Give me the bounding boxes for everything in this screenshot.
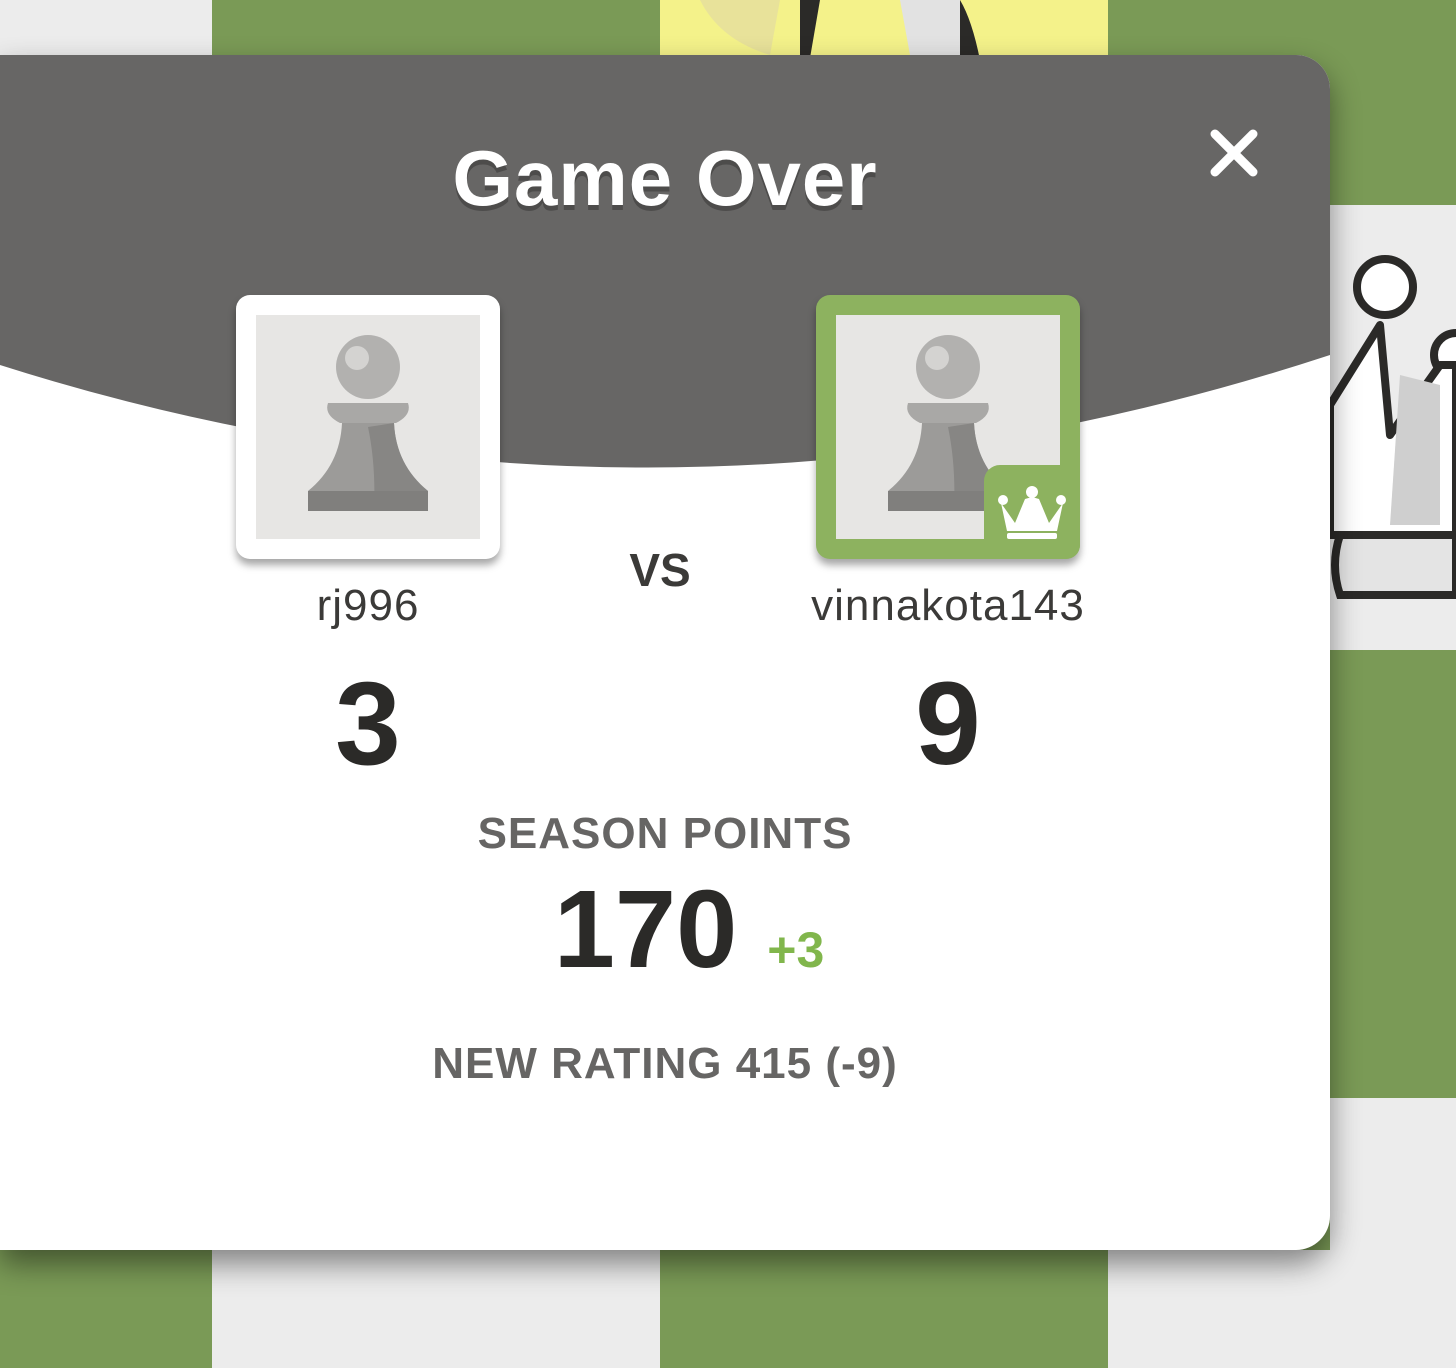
king-piece-icon	[700, 0, 980, 60]
winner-badge	[984, 465, 1080, 559]
player-score-right: 9	[915, 658, 981, 790]
board-square	[660, 1250, 1108, 1368]
pawn-avatar-icon	[308, 335, 428, 511]
board-square	[1330, 650, 1456, 1098]
close-icon	[1210, 129, 1258, 177]
season-points-row: 170 +3	[0, 875, 1330, 985]
board-square	[212, 1250, 660, 1368]
queen-piece-icon	[1330, 255, 1456, 599]
crown-icon	[998, 486, 1066, 539]
new-rating-text: NEW RATING 415 (-9)	[432, 1039, 898, 1088]
avatar-background	[256, 315, 480, 539]
player-score-left: 3	[335, 658, 401, 790]
modal-title: Game Over	[452, 134, 878, 222]
board-square	[1108, 1250, 1330, 1368]
close-button[interactable]	[1198, 117, 1270, 189]
season-points-label: SEASON POINTS	[477, 809, 853, 858]
season-points-delta: +3	[767, 922, 825, 978]
player-name-left[interactable]: rj996	[218, 581, 518, 631]
player-name-right[interactable]: vinnakota143	[748, 581, 1148, 631]
game-over-modal: Game Over VS rj996 vinnakota143 3 9 SEAS…	[0, 55, 1330, 1250]
vs-label: VS	[629, 544, 691, 596]
season-points-value: 170	[553, 868, 738, 991]
player-avatar-left[interactable]	[236, 295, 500, 559]
board-square	[0, 1250, 212, 1368]
board-square	[1330, 1098, 1456, 1368]
